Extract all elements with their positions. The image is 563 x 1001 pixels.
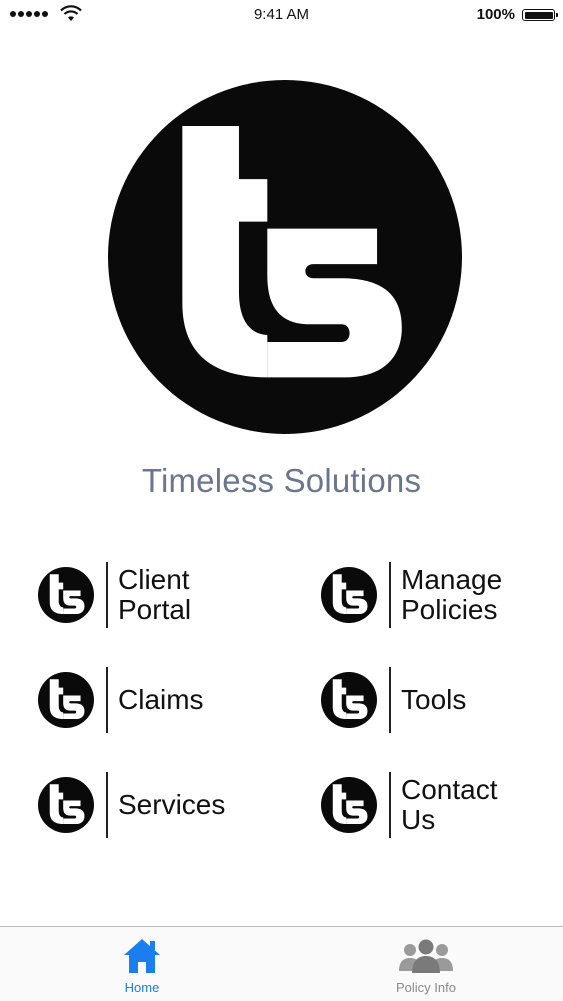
tab-label: Policy Info [396, 980, 456, 995]
tab-home[interactable]: Home [72, 927, 212, 1001]
divider [106, 667, 108, 733]
divider [389, 772, 391, 838]
brand-name: Timeless Solutions [141, 462, 422, 499]
divider [389, 562, 391, 628]
menu-item-claims[interactable]: Claims [38, 665, 204, 735]
divider [106, 562, 108, 628]
tab-bar: Home Policy Info [0, 926, 563, 1001]
ts-logo-icon [321, 567, 377, 623]
menu-label: Contact Us [401, 774, 498, 835]
menu-item-tools[interactable]: Tools [321, 665, 466, 735]
menu-label: Claims [118, 684, 204, 715]
divider [106, 772, 108, 838]
menu-label: Tools [401, 684, 467, 715]
ts-logo-icon [38, 777, 94, 833]
ts-logo-icon [38, 567, 94, 623]
battery-percent: 100% [476, 6, 515, 23]
ts-logo-icon [321, 672, 377, 728]
battery-icon [522, 9, 558, 21]
menu-label: Manage Policies [401, 564, 503, 625]
tab-label: Home [124, 980, 160, 995]
divider [389, 667, 391, 733]
ts-logo-icon [321, 777, 377, 833]
people-icon [399, 939, 453, 973]
menu-label: Client Portal [118, 564, 192, 625]
ts-logo-icon [38, 672, 94, 728]
menu-item-contact-us[interactable]: Contact Us [321, 770, 498, 840]
menu-item-manage-policies[interactable]: Manage Policies [321, 560, 502, 630]
tab-policy-info[interactable]: Policy Info [356, 927, 496, 1001]
menu-item-client-portal[interactable]: Client Portal [38, 560, 191, 630]
ts-logo [108, 80, 462, 434]
status-bar: 9:41 AM 100% [0, 0, 563, 32]
menu-item-services[interactable]: Services [38, 770, 225, 840]
home-icon [124, 939, 160, 973]
menu-label: Services [118, 789, 226, 820]
